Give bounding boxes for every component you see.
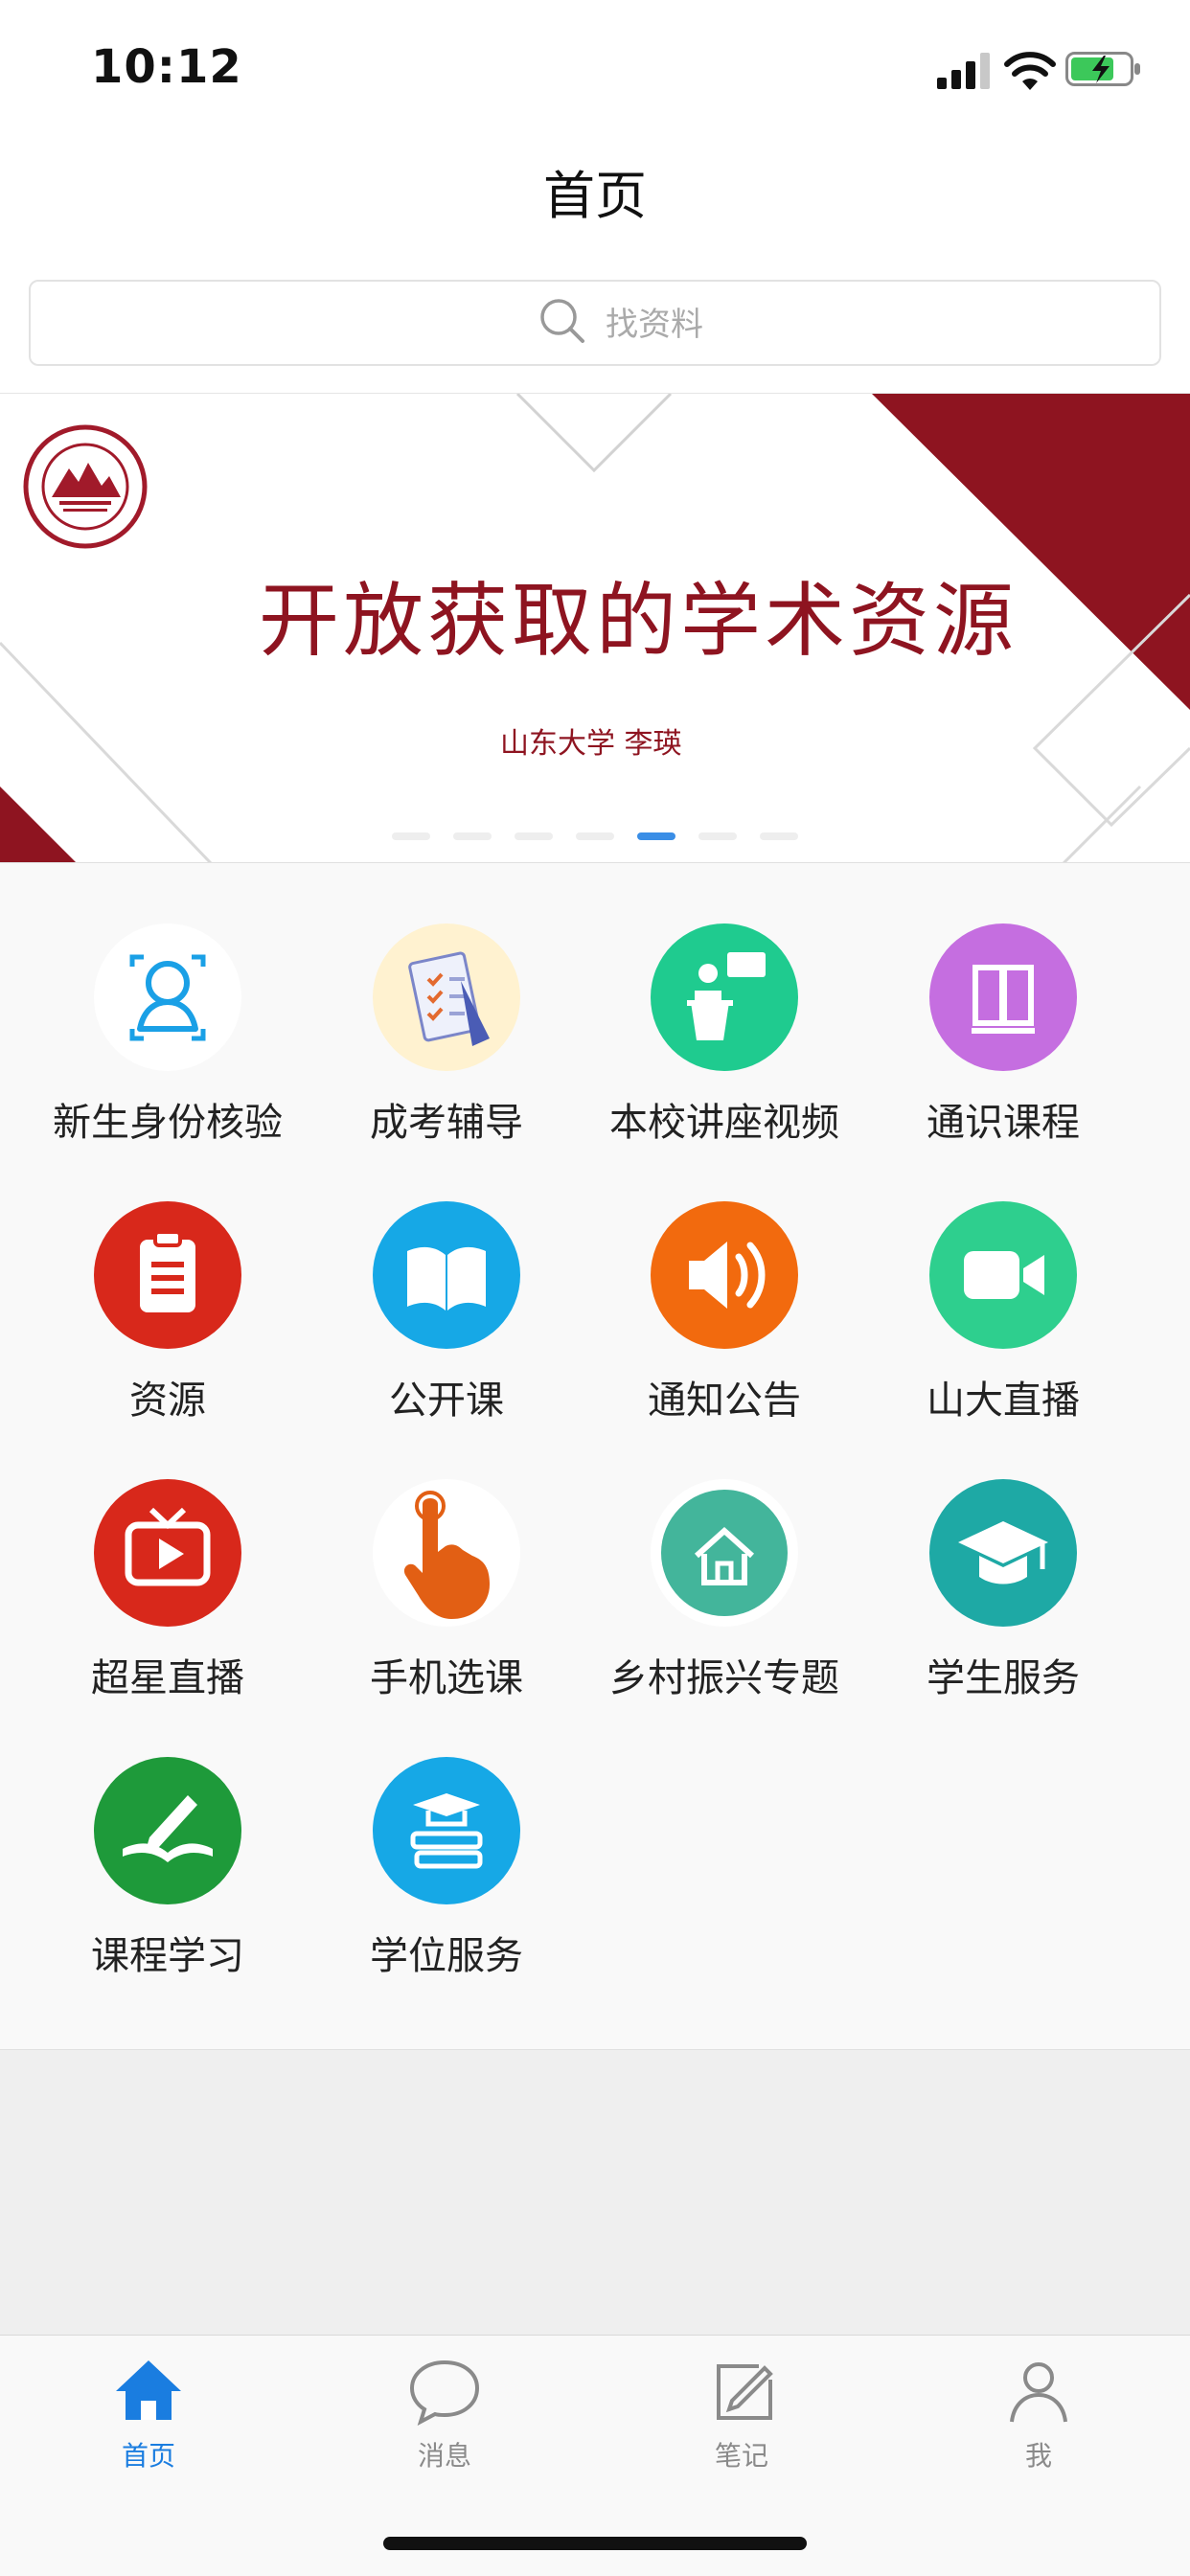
grid-item-label: 资源 xyxy=(129,1379,206,1423)
wifi-icon xyxy=(1004,52,1056,90)
grid-item-label: 学生服务 xyxy=(927,1656,1080,1700)
search-bar[interactable] xyxy=(29,280,1161,366)
tab-chat-bubble[interactable]: 消息 xyxy=(349,2355,540,2479)
carousel-dot[interactable] xyxy=(698,832,737,840)
grid-item[interactable]: 通识课程 xyxy=(855,863,1152,1145)
grid-item-label: 山大直播 xyxy=(927,1379,1080,1423)
checklist-icon xyxy=(373,923,520,1071)
grid-item[interactable]: 资源 xyxy=(19,1141,316,1423)
grid-item[interactable]: 公开课 xyxy=(298,1141,595,1423)
grid-item-label: 通识课程 xyxy=(927,1101,1080,1145)
grid-item[interactable]: 学位服务 xyxy=(298,1697,595,1978)
tab-edit-note[interactable]: 笔记 xyxy=(646,2355,837,2479)
grid-item-label: 学位服务 xyxy=(370,1934,523,1978)
grid-item-label: 超星直播 xyxy=(91,1656,244,1700)
tab-label: 笔记 xyxy=(714,2440,768,2472)
search-input[interactable] xyxy=(606,299,893,351)
cellular-signal-icon xyxy=(937,53,990,89)
feature-grid: 新生身份核验 成考辅导 本校讲座视频 通识课程资源 公开课 通知公告 山大直播超星直播 手机选… xyxy=(0,862,1190,2050)
grid-item-label: 乡村振兴专题 xyxy=(609,1656,839,1700)
video-camera-icon xyxy=(929,1201,1077,1349)
grid-item-label: 通知公告 xyxy=(648,1379,801,1423)
clipboard-icon xyxy=(94,1201,241,1349)
banner-title: 开放获取的学术资源 xyxy=(259,574,1018,668)
tab-home[interactable]: 首页 xyxy=(53,2355,244,2479)
chat-bubble-icon xyxy=(409,2359,480,2426)
tab-label: 我 xyxy=(1024,2440,1052,2472)
grid-item[interactable]: 本校讲座视频 xyxy=(576,863,873,1145)
grid-item-label: 新生身份核验 xyxy=(53,1101,283,1145)
open-book-icon xyxy=(373,1201,520,1349)
grid-item[interactable]: 山大直播 xyxy=(855,1141,1152,1423)
cap-books-icon xyxy=(373,1757,520,1904)
status-bar: 10:12 xyxy=(0,0,1190,134)
carousel-dot[interactable] xyxy=(760,832,798,840)
status-time: 10:12 xyxy=(91,40,242,94)
grid-item[interactable]: 手机选课 xyxy=(298,1419,595,1700)
lecture-podium-icon xyxy=(651,923,798,1071)
home-icon xyxy=(116,2360,181,2420)
grid-item[interactable]: 超星直播 xyxy=(19,1419,316,1700)
search-icon xyxy=(540,299,584,343)
banner-carousel[interactable]: 开放获取的学术资源 山东大学 李瑛 xyxy=(0,393,1190,863)
carousel-dot[interactable] xyxy=(637,832,675,840)
tab-label: 首页 xyxy=(121,2440,175,2472)
grid-item[interactable]: 学生服务 xyxy=(855,1419,1152,1700)
tab-user[interactable]: 我 xyxy=(943,2355,1134,2479)
face-id-icon xyxy=(94,923,241,1071)
grid-item-label: 成考辅导 xyxy=(370,1101,523,1145)
battery-icon xyxy=(1065,52,1140,86)
university-seal-logo xyxy=(23,424,148,549)
page-title: 首页 xyxy=(543,166,647,226)
grid-item-label: 手机选课 xyxy=(370,1656,523,1700)
home-indicator xyxy=(383,2537,807,2550)
house-icon xyxy=(651,1479,798,1627)
carousel-dot[interactable] xyxy=(576,832,614,840)
grid-item-label: 本校讲座视频 xyxy=(609,1101,839,1145)
grid-item[interactable]: 通知公告 xyxy=(576,1141,873,1423)
grid-item[interactable]: 新生身份核验 xyxy=(19,863,316,1145)
grid-item[interactable]: 成考辅导 xyxy=(298,863,595,1145)
tv-play-icon xyxy=(94,1479,241,1627)
graduation-cap-icon xyxy=(929,1479,1077,1627)
hand-tap-icon xyxy=(373,1479,520,1627)
edit-note-icon xyxy=(717,2364,773,2420)
book-pencil-icon xyxy=(94,1757,241,1904)
grid-item-label: 公开课 xyxy=(389,1379,504,1423)
speaker-icon xyxy=(651,1201,798,1349)
carousel-indicator xyxy=(0,832,1190,840)
carousel-dot[interactable] xyxy=(453,832,492,840)
grid-item[interactable]: 课程学习 xyxy=(19,1697,316,1978)
carousel-dot[interactable] xyxy=(392,832,430,840)
book-icon xyxy=(929,923,1077,1071)
user-icon xyxy=(1010,2362,1067,2423)
grid-item-label: 课程学习 xyxy=(91,1934,244,1978)
grid-item[interactable]: 乡村振兴专题 xyxy=(576,1419,873,1700)
tab-label: 消息 xyxy=(417,2440,471,2472)
banner-subtitle: 山东大学 李瑛 xyxy=(500,727,682,761)
carousel-dot[interactable] xyxy=(515,832,553,840)
